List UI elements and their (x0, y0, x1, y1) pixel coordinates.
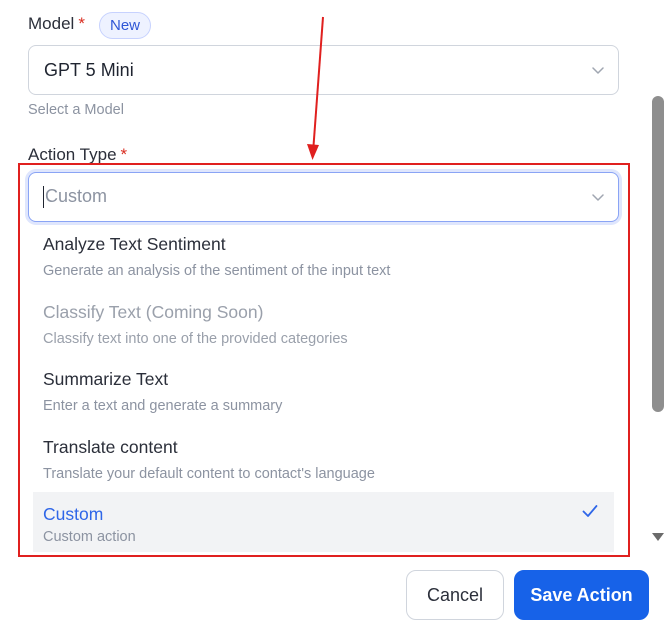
new-badge: New (99, 12, 152, 39)
chevron-down-icon (592, 67, 604, 74)
save-action-button[interactable]: Save Action (514, 570, 649, 620)
action-type-label: Action Type * (28, 145, 127, 165)
model-select[interactable]: GPT 5 Mini (28, 45, 619, 95)
action-type-label-text: Action Type (28, 145, 117, 164)
required-mark: * (78, 14, 85, 33)
cancel-button[interactable]: Cancel (406, 570, 504, 620)
annotation-highlight-box (18, 163, 630, 557)
model-hint: Select a Model (28, 102, 124, 118)
model-select-value: GPT 5 Mini (44, 60, 134, 80)
model-label: Model * (28, 14, 85, 34)
scroll-down-arrow-icon[interactable] (652, 533, 664, 541)
required-mark: * (120, 145, 128, 164)
model-label-text: Model (28, 14, 75, 33)
scrollbar-thumb[interactable] (652, 96, 664, 412)
